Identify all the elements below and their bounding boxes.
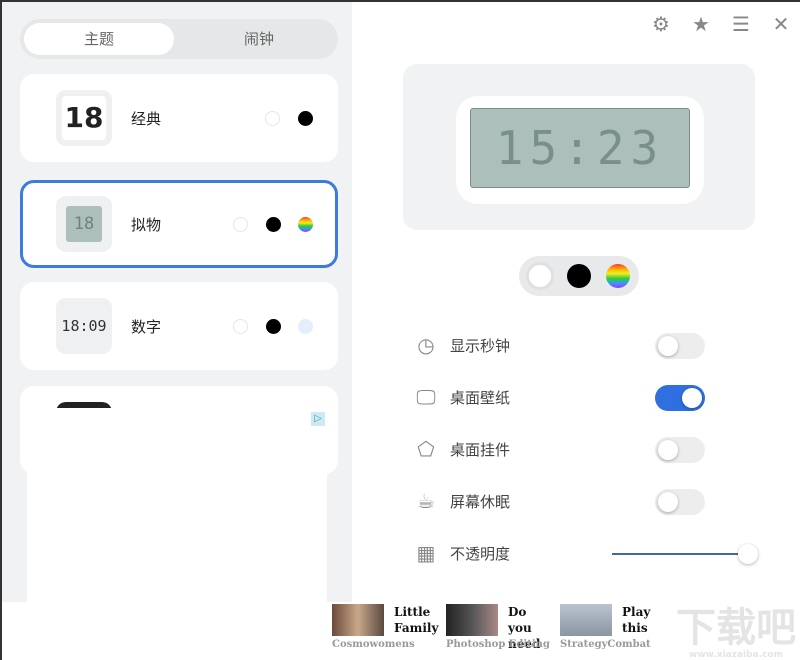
ad-image bbox=[332, 604, 384, 636]
theme-name: 数字 bbox=[131, 318, 162, 336]
color-rainbow[interactable] bbox=[298, 217, 313, 232]
setting-opacity: ▦ 不透明度 bbox=[414, 539, 759, 569]
watermark-logo: 下载吧 www.xiazaiba.com bbox=[676, 605, 796, 660]
opacity-slider[interactable] bbox=[612, 544, 758, 564]
window-controls: ⚙ ★ ☰ ✕ bbox=[650, 12, 792, 36]
slider-handle[interactable] bbox=[738, 544, 758, 564]
theme-thumbnail: 18:09 bbox=[56, 298, 112, 354]
ad-item[interactable]: Play this StrategyCombat bbox=[560, 604, 660, 654]
setting-desktop-wallpaper: 🖵 桌面壁纸 bbox=[414, 383, 759, 413]
checkerboard-icon: ▦ bbox=[416, 541, 436, 565]
screen-sleep-toggle[interactable] bbox=[655, 489, 705, 515]
setting-desktop-widget: ⬠ 桌面挂件 bbox=[414, 435, 759, 465]
color-white[interactable] bbox=[233, 217, 248, 232]
tab-theme[interactable]: 主题 bbox=[24, 23, 174, 55]
lcd-time: 15:23 bbox=[470, 108, 690, 188]
color-black[interactable] bbox=[298, 111, 313, 126]
ad-item[interactable]: Little Family Cosmowomens bbox=[332, 604, 438, 654]
color-light-blue[interactable] bbox=[298, 319, 313, 334]
theme-thumbnail: 18 bbox=[56, 90, 112, 146]
ad-image bbox=[446, 604, 498, 636]
ad-strip: Little Family Cosmowomens Do you need Ph… bbox=[332, 604, 660, 654]
color-white[interactable] bbox=[265, 111, 280, 126]
color-black[interactable] bbox=[567, 264, 591, 288]
theme-thumbnail: 18 bbox=[56, 196, 112, 252]
star-icon[interactable]: ★ bbox=[690, 12, 712, 36]
color-white[interactable] bbox=[233, 319, 248, 334]
ad-banner[interactable]: ▷ bbox=[27, 408, 327, 602]
clock-preview: 15:23 bbox=[403, 64, 755, 230]
color-rainbow[interactable] bbox=[606, 264, 630, 288]
desktop-widget-toggle[interactable] bbox=[655, 437, 705, 463]
monitor-icon: 🖵 bbox=[416, 385, 436, 409]
theme-panel: 主题 闹钟 18 经典 18 拟物 18:09 数字 ▷ bbox=[2, 2, 352, 602]
theme-name: 拟物 bbox=[131, 216, 162, 234]
coffee-cup-icon: ☕ bbox=[417, 489, 435, 513]
theme-card-digital[interactable]: 18:09 数字 bbox=[20, 282, 338, 370]
color-white-selected[interactable] bbox=[526, 262, 554, 290]
theme-name: 经典 bbox=[131, 110, 162, 128]
theme-card-classic[interactable]: 18 经典 bbox=[20, 74, 338, 162]
setting-screen-sleep: ☕ 屏幕休眠 bbox=[414, 487, 759, 517]
tab-alarm[interactable]: 闹钟 bbox=[184, 23, 334, 55]
clock-icon: ◷ bbox=[417, 333, 435, 357]
color-picker bbox=[519, 256, 639, 296]
ad-item[interactable]: Do you need Photoshop Editing bbox=[446, 604, 550, 654]
color-black[interactable] bbox=[266, 217, 281, 232]
color-black[interactable] bbox=[266, 319, 281, 334]
ad-image bbox=[560, 604, 612, 636]
desktop-wallpaper-toggle[interactable] bbox=[655, 385, 705, 411]
gear-icon[interactable]: ⚙ bbox=[650, 12, 672, 36]
close-icon[interactable]: ✕ bbox=[770, 12, 792, 36]
adchoices-icon[interactable]: ▷ bbox=[311, 412, 325, 426]
tab-bar: 主题 闹钟 bbox=[20, 19, 338, 59]
setting-show-seconds: ◷ 显示秒钟 bbox=[414, 331, 759, 361]
theme-card-skeuomorphic[interactable]: 18 拟物 bbox=[20, 180, 338, 268]
menu-icon[interactable]: ☰ bbox=[730, 12, 752, 36]
tag-icon: ⬠ bbox=[417, 437, 435, 461]
show-seconds-toggle[interactable] bbox=[655, 333, 705, 359]
